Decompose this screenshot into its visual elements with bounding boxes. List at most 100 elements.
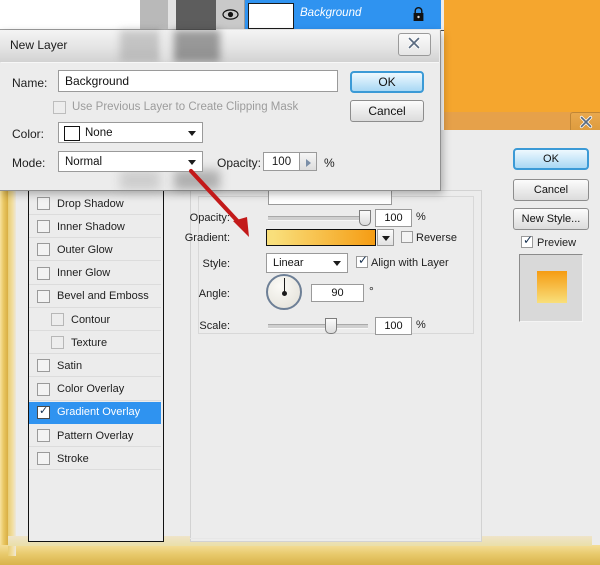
opacity-slider-track[interactable] [268, 216, 368, 221]
color-swatch [64, 126, 80, 141]
style-enable-checkbox[interactable] [37, 452, 50, 466]
style-list-item-satin[interactable]: Satin [29, 355, 161, 378]
angle-center-dot [282, 291, 287, 296]
angle-dial[interactable] [266, 274, 302, 310]
reverse-checkbox[interactable] [401, 231, 413, 243]
lock-icon [413, 7, 424, 21]
gradient-style-value: Linear [273, 257, 304, 269]
style-list-item-texture[interactable]: Texture [29, 332, 161, 355]
angle-label: Angle: [198, 288, 230, 300]
new-layer-ok-button[interactable]: OK [350, 71, 424, 93]
style-enable-checkbox[interactable] [37, 266, 50, 280]
layer-color-select[interactable]: None [58, 122, 203, 143]
style-enable-checkbox[interactable] [37, 220, 50, 234]
preview-checkbox[interactable]: ✓ [521, 233, 534, 248]
style-list-item-outer-glow[interactable]: Outer Glow [29, 239, 161, 262]
layer-style-ok-button[interactable]: OK [513, 148, 589, 170]
divider [190, 538, 480, 539]
layer-style-cancel-button[interactable]: Cancel [513, 179, 589, 201]
titlebar-translucency [174, 30, 220, 62]
style-list-item-inner-shadow[interactable]: Inner Shadow [29, 216, 161, 239]
opacity-stepper[interactable] [300, 152, 317, 171]
opacity-label: Opacity: [189, 212, 230, 224]
preview-thumbnail-swatch [537, 271, 567, 303]
style-enable-checkbox[interactable] [37, 289, 50, 303]
gradient-swatch-fill [267, 230, 375, 245]
style-enable-checkbox[interactable] [37, 197, 50, 210]
layer-thumbnail[interactable] [248, 3, 294, 29]
style-list-item-bevel-and-emboss[interactable]: Bevel and Emboss [29, 286, 161, 308]
style-list-item-label: Stroke [57, 452, 89, 465]
body-translucency [120, 170, 160, 190]
style-enable-checkbox[interactable] [37, 359, 50, 373]
style-list-item-label: Satin [57, 359, 83, 372]
preview-label: Preview [537, 237, 577, 249]
style-list-item-label: Contour [71, 313, 111, 326]
style-list-item-label: Inner Glow [57, 267, 111, 280]
check-icon: ✓ [523, 233, 534, 247]
new-style-button[interactable]: New Style... [513, 208, 589, 230]
new-layer-opacity-unit: % [324, 156, 335, 170]
reverse-label: Reverse [416, 232, 457, 244]
dialog-border [8, 134, 16, 556]
chevron-down-icon [188, 159, 196, 165]
check-icon: ✓ [39, 404, 49, 417]
layer-blend-mode-select[interactable]: Normal [58, 151, 203, 172]
new-layer-cancel-button[interactable]: Cancel [350, 100, 424, 122]
background-band [140, 0, 168, 30]
style-list-item-label: Bevel and Emboss [57, 290, 149, 303]
titlebar-translucency [120, 30, 160, 62]
scale-slider-track[interactable] [268, 324, 368, 329]
style-enable-checkbox[interactable] [37, 429, 50, 442]
style-list-item-label: Color Overlay [57, 383, 125, 396]
style-list-item-color-overlay[interactable]: Color Overlay [29, 379, 161, 401]
style-list-item-inner-glow[interactable]: Inner Glow [29, 263, 161, 285]
style-list-item-label: Pattern Overlay [57, 429, 134, 442]
scale-input[interactable]: 100 [375, 317, 412, 335]
close-icon[interactable] [578, 114, 594, 130]
name-label: Name: [12, 76, 48, 90]
scale-slider-thumb[interactable] [325, 318, 337, 334]
layer-name-input[interactable]: Background [58, 70, 338, 92]
chevron-down-icon [333, 261, 341, 266]
style-list-item-label: Outer Glow [57, 243, 113, 256]
clipping-mask-checkbox[interactable] [53, 101, 66, 114]
gradient-preset-dropdown[interactable] [377, 229, 394, 246]
angle-input[interactable]: 90 [311, 284, 364, 302]
new-layer-opacity-input[interactable]: 100 [263, 152, 300, 171]
background-band [176, 0, 216, 30]
gradient-swatch[interactable] [266, 229, 376, 246]
style-list-item-label: Inner Shadow [57, 220, 125, 233]
style-list-item-contour[interactable]: Contour [29, 309, 161, 331]
layer-blend-mode-value: Normal [65, 155, 103, 168]
close-icon[interactable] [406, 35, 422, 51]
new-layer-opacity-label: Opacity: [217, 156, 262, 170]
eye-icon[interactable] [222, 6, 239, 23]
opacity-slider-thumb[interactable] [359, 210, 371, 226]
style-enable-checkbox[interactable] [51, 313, 64, 326]
style-list-item-pattern-overlay[interactable]: Pattern Overlay [29, 425, 161, 447]
check-icon: ✓ [358, 253, 369, 267]
color-label: Color: [12, 127, 45, 141]
opacity-unit: % [416, 211, 426, 223]
style-enable-checkbox[interactable] [37, 382, 50, 396]
style-list-item-gradient-overlay[interactable]: ✓ Gradient Overlay [29, 401, 161, 424]
opacity-input[interactable]: 100 [375, 209, 412, 227]
style-list-item-label: Gradient Overlay [57, 406, 141, 419]
style-enable-checkbox[interactable] [37, 243, 50, 257]
scale-label: Scale: [199, 320, 230, 332]
style-list-item-drop-shadow[interactable]: Drop Shadow [29, 193, 161, 215]
chevron-right-icon [306, 159, 311, 167]
gradient-label: Gradient: [184, 232, 230, 244]
layer-color-value: None [85, 127, 113, 139]
gradient-style-select[interactable]: Linear [266, 253, 348, 273]
style-list-item-label: Drop Shadow [57, 197, 124, 210]
mode-label: Mode: [12, 156, 46, 170]
align-with-layer-label: Align with Layer [371, 257, 449, 269]
style-list-item-stroke[interactable]: Stroke [29, 448, 161, 471]
style-label: Style: [202, 258, 230, 270]
align-with-layer-checkbox[interactable]: ✓ [356, 253, 369, 268]
background-band [168, 0, 176, 30]
style-enable-checkbox[interactable] [51, 336, 64, 350]
style-enable-checkbox[interactable]: ✓ [37, 404, 50, 419]
